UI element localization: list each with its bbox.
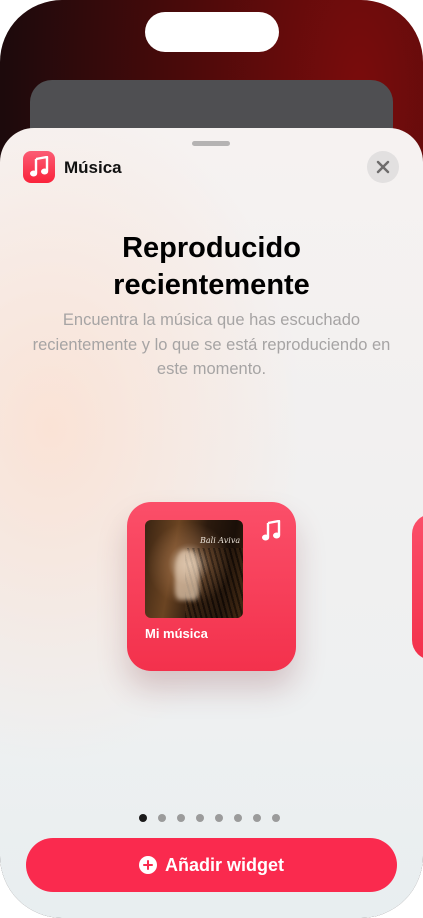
widget-gallery-sheet: Música Reproducido recientemente Encuent… xyxy=(0,128,423,918)
phone-screen: Música Reproducido recientemente Encuent… xyxy=(0,0,423,918)
close-icon xyxy=(376,160,390,174)
page-dot[interactable] xyxy=(139,814,147,822)
page-dot[interactable] xyxy=(253,814,261,822)
widget-title-line2: recientemente xyxy=(113,269,310,301)
close-button[interactable] xyxy=(367,151,399,183)
music-app-icon xyxy=(23,151,55,183)
page-dot[interactable] xyxy=(234,814,242,822)
widget-title-line1: Reproducido xyxy=(122,232,301,264)
widget-preview-recently-played[interactable]: Bali Aviva Mi música xyxy=(127,502,296,671)
page-dot[interactable] xyxy=(196,814,204,822)
add-widget-label: Añadir widget xyxy=(164,854,284,875)
dynamic-island xyxy=(145,12,279,52)
plus-circle-icon xyxy=(138,856,157,874)
page-dot[interactable] xyxy=(158,814,166,822)
page-dot[interactable] xyxy=(177,814,185,822)
widget-label: Mi música xyxy=(145,626,208,641)
sheet-grabber[interactable] xyxy=(192,141,230,146)
music-note-icon xyxy=(30,156,49,177)
app-name: Música xyxy=(64,158,122,177)
page-indicator[interactable] xyxy=(0,814,421,824)
page-dot[interactable] xyxy=(215,814,223,822)
next-widget-preview[interactable] xyxy=(412,514,423,660)
album-artwork: Bali Aviva xyxy=(145,520,243,618)
page-dot[interactable] xyxy=(272,814,280,822)
music-note-icon xyxy=(262,520,281,541)
add-widget-button[interactable]: Añadir widget xyxy=(26,838,397,892)
widget-title: Reproducido recientemente xyxy=(30,230,393,304)
widget-description: Encuentra la música que has escuchado re… xyxy=(32,311,391,378)
